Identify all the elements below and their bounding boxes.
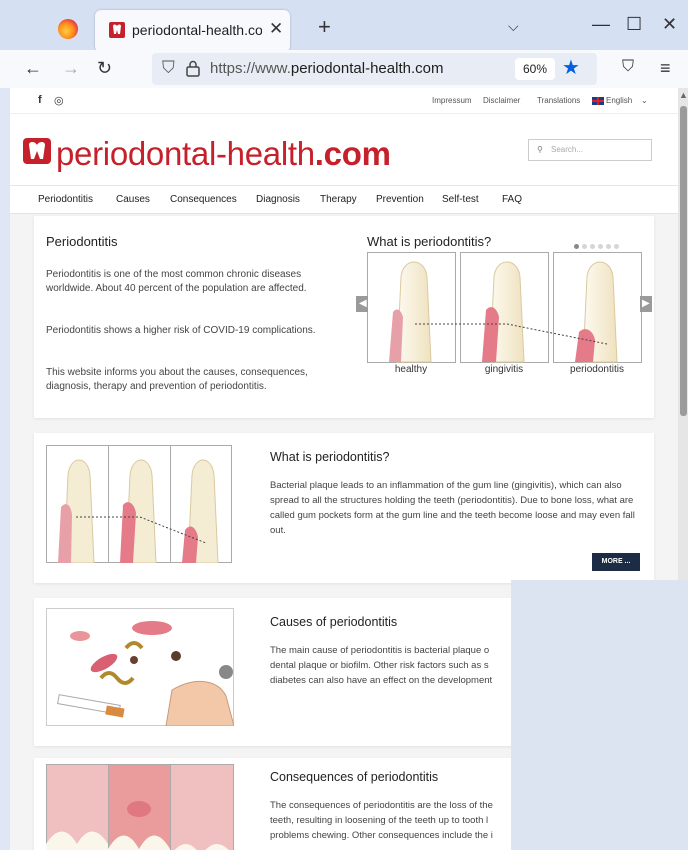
browser-tab[interactable]: periodontal-health.com - Cause ✕	[95, 10, 290, 52]
section-text-what-is: Bacterial plaque leads to an inflammatio…	[270, 480, 635, 536]
bookmark-star-icon[interactable]: ★	[562, 55, 580, 80]
hero-card: Periodontitis Periodontitis is one of th…	[34, 216, 654, 418]
forward-icon[interactable]: →	[62, 58, 80, 79]
window-left-edge	[0, 88, 10, 850]
tooth-stages-illustration	[367, 252, 642, 363]
menu-item-therapy[interactable]: Therapy	[320, 194, 357, 205]
menu-icon[interactable]: ≡	[660, 58, 671, 79]
caption-periodontitis: periodontitis	[570, 364, 624, 375]
section-title-causes: Causes of periodontitis	[270, 615, 398, 629]
main-menu: Periodontitis Causes Consequences Diagno…	[10, 186, 678, 214]
close-tab-icon[interactable]: ✕	[269, 19, 283, 39]
scroll-up-icon[interactable]: ▲	[679, 90, 688, 100]
tooth-logo-icon[interactable]	[22, 137, 52, 165]
search-icon: ⚲	[537, 145, 543, 154]
caption-gingivitis: gingivitis	[484, 364, 524, 375]
lock-icon[interactable]	[186, 60, 200, 77]
menu-item-diagnosis[interactable]: Diagnosis	[256, 194, 300, 205]
gums-illustration	[46, 764, 234, 850]
hero-title: Periodontitis	[46, 234, 118, 249]
more-button[interactable]: MORE ...	[592, 553, 640, 571]
translations-link[interactable]: Translations	[537, 96, 580, 105]
close-window-icon[interactable]: ✕	[662, 14, 677, 35]
facebook-icon[interactable]: f	[38, 94, 42, 106]
maximize-icon[interactable]: ☐	[626, 14, 642, 35]
tooth-favicon-icon	[109, 22, 125, 38]
minimize-icon[interactable]: —	[592, 14, 610, 35]
address-bar[interactable]: ⛉ https://www.periodontal-health.com 60%…	[152, 53, 597, 85]
site-header: periodontal-health.com ⚲ Search...	[10, 114, 678, 186]
firefox-icon[interactable]	[58, 19, 78, 39]
section-title-consequences: Consequences of periodontitis	[270, 770, 439, 784]
reload-icon[interactable]: ↻	[97, 58, 112, 79]
slider-prev-arrow[interactable]: ◀	[356, 296, 368, 312]
section-text-causes: The main cause of periodontitis is bacte…	[270, 645, 493, 686]
instagram-icon[interactable]: ◎	[54, 94, 64, 107]
list-tabs-icon[interactable]: ⌵	[508, 18, 519, 35]
disclaimer-link[interactable]: Disclaimer	[483, 96, 520, 105]
new-tab-icon[interactable]: +	[318, 14, 331, 40]
browser-nav-bar: ← → ↻ ⛉ https://www.periodontal-health.c…	[0, 50, 688, 88]
overlay-panel	[511, 580, 688, 850]
menu-item-consequences[interactable]: Consequences	[170, 194, 237, 205]
section-text-consequences: The consequences of periodontitis are th…	[270, 800, 493, 841]
slider-next-arrow[interactable]: ▶	[640, 296, 652, 312]
menu-item-faq[interactable]: FAQ	[502, 194, 522, 205]
language-select[interactable]: English	[606, 96, 632, 105]
gum-line-illustration	[46, 445, 232, 563]
section-title-what-is: What is periodontitis?	[270, 450, 390, 464]
site-search-input[interactable]: ⚲ Search...	[528, 139, 652, 161]
hero-paragraph-3: This website informs you about the cause…	[46, 367, 308, 392]
impressum-link[interactable]: Impressum	[432, 96, 472, 105]
zoom-level[interactable]: 60%	[515, 58, 555, 80]
tab-title: periodontal-health.com - Cause	[132, 22, 262, 38]
search-placeholder: Search...	[551, 145, 584, 154]
menu-item-prevention[interactable]: Prevention	[376, 194, 424, 205]
hero-paragraph-2: Periodontitis shows a higher risk of COV…	[46, 325, 316, 336]
url-text[interactable]: https://www.periodontal-health.com	[210, 60, 443, 77]
menu-item-causes[interactable]: Causes	[116, 194, 150, 205]
site-topbar: f ◎ Impressum Disclaimer Translations En…	[10, 88, 678, 114]
section-card-what-is: What is periodontitis? Bacterial plaque …	[34, 433, 654, 583]
back-icon[interactable]: ←	[24, 58, 42, 79]
pocket-icon[interactable]: ⛉	[622, 58, 634, 76]
bacteria-illustration	[46, 608, 234, 726]
menu-item-periodontitis[interactable]: Periodontitis	[38, 194, 93, 205]
chevron-down-icon[interactable]: ⌄	[641, 96, 648, 105]
menu-item-self-test[interactable]: Self-test	[442, 194, 479, 205]
caption-healthy: healthy	[394, 364, 428, 375]
slider-title: What is periodontitis?	[367, 234, 492, 249]
shield-icon[interactable]: ⛉	[162, 58, 175, 78]
site-logo[interactable]: periodontal-health.com	[56, 135, 391, 173]
uk-flag-icon	[592, 97, 604, 105]
scrollbar-thumb[interactable]	[680, 106, 687, 416]
hero-paragraph-1: Periodontitis is one of the most common …	[46, 269, 307, 294]
